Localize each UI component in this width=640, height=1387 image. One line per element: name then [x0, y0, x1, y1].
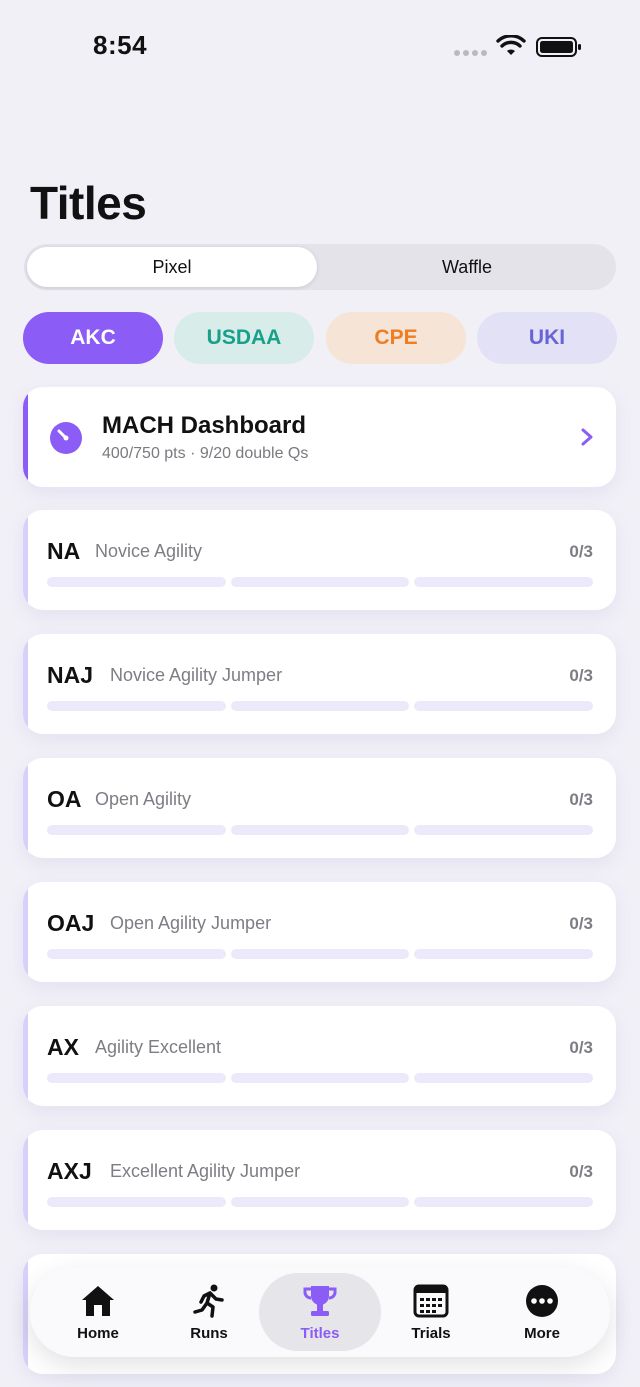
tab-label: More: [524, 1325, 560, 1342]
title-abbr: OAJ: [47, 910, 95, 936]
progress-segments: [47, 577, 594, 587]
title-name: Open Agility Jumper: [110, 913, 272, 933]
progress-segment: [414, 949, 594, 959]
title-count: 0/3: [569, 666, 593, 685]
title-count: 0/3: [569, 1162, 593, 1181]
progress-segments: [47, 1073, 594, 1083]
title-card-na[interactable]: NA Novice Agility 0/3: [23, 510, 616, 610]
battery-icon: [536, 37, 581, 57]
mach-dashboard-card[interactable]: MACH Dashboard 400/750 pts · 9/20 double…: [23, 387, 616, 487]
mach-subtitle: 400/750 pts · 9/20 double Qs: [102, 445, 309, 462]
dog-segmented-control: Pixel Waffle: [24, 244, 616, 290]
progress-segment: [47, 701, 226, 711]
chevron-right-icon: [581, 428, 593, 446]
tab-more[interactable]: More: [486, 1267, 598, 1357]
title-count: 0/3: [569, 542, 593, 561]
tab-label: Home: [77, 1325, 119, 1342]
tab-label: Trials: [411, 1325, 451, 1342]
tab-label: Runs: [190, 1325, 228, 1342]
tab-label: Titles: [300, 1325, 340, 1342]
progress-segment: [47, 577, 226, 587]
mach-title: MACH Dashboard: [102, 412, 307, 439]
progress-segment: [230, 701, 410, 711]
home-icon: [82, 1286, 114, 1316]
tab-titles[interactable]: Titles: [264, 1267, 376, 1357]
progress-segment: [47, 949, 226, 959]
progress-segments: [47, 1197, 594, 1207]
tab-trials[interactable]: Trials: [375, 1267, 487, 1357]
progress-segment: [47, 825, 226, 835]
title-card-naj[interactable]: NAJ Novice Agility Jumper 0/3: [23, 634, 616, 734]
title-card-oa[interactable]: OA Open Agility 0/3: [23, 758, 616, 858]
progress-segments: [47, 701, 594, 711]
title-count: 0/3: [569, 914, 593, 933]
title-name: Novice Agility: [95, 541, 203, 561]
segment-pixel[interactable]: Pixel: [27, 247, 317, 287]
gauge-icon: [50, 422, 82, 454]
wifi-icon: [496, 35, 526, 55]
org-chip-akc[interactable]: AKC: [23, 312, 163, 364]
title-abbr: OA: [47, 786, 82, 812]
title-name: Excellent Agility Jumper: [110, 1161, 301, 1181]
title-abbr: AXJ: [47, 1158, 92, 1184]
status-bar: 8:54: [0, 0, 640, 95]
segment-waffle[interactable]: Waffle: [322, 247, 612, 287]
title-count: 0/3: [569, 790, 593, 809]
title-name: Novice Agility Jumper: [110, 665, 283, 685]
progress-segment: [230, 1073, 410, 1083]
title-abbr: NAJ: [47, 662, 94, 688]
progress-segment: [230, 577, 410, 587]
org-chip-uki[interactable]: UKI: [477, 312, 617, 364]
title-abbr: NA: [47, 538, 81, 564]
org-chip-usdaa[interactable]: USDAA: [174, 312, 314, 364]
title-card-oaj[interactable]: OAJ Open Agility Jumper 0/3: [23, 882, 616, 982]
progress-segment: [230, 825, 410, 835]
progress-segment: [414, 577, 594, 587]
org-chip-cpe[interactable]: CPE: [326, 312, 466, 364]
status-time: 8:54: [93, 30, 148, 60]
progress-segment: [47, 1073, 226, 1083]
progress-segment: [47, 1197, 226, 1207]
progress-segment: [414, 1197, 594, 1207]
title-name: Agility Excellent: [95, 1037, 222, 1057]
progress-segment: [230, 1197, 410, 1207]
title-card-axj[interactable]: AXJ Excellent Agility Jumper 0/3: [23, 1130, 616, 1230]
progress-segment: [414, 701, 594, 711]
runner-icon: [193, 1284, 224, 1318]
title-count: 0/3: [569, 1038, 593, 1057]
tab-bar: Home Runs Titles Trials More: [30, 1267, 610, 1357]
progress-segments: [47, 825, 594, 835]
progress-segments: [47, 949, 594, 959]
progress-segment: [414, 1073, 594, 1083]
title-name: Open Agility: [95, 789, 192, 809]
title-abbr: AX: [47, 1034, 79, 1060]
page-title: Titles: [30, 177, 147, 229]
calendar-icon: [413, 1284, 449, 1318]
progress-segment: [230, 949, 410, 959]
tab-home[interactable]: Home: [42, 1267, 154, 1357]
more-icon: [526, 1285, 558, 1317]
cellular-signal-icon: [454, 50, 488, 56]
trophy-icon: [303, 1286, 337, 1316]
tab-runs[interactable]: Runs: [153, 1267, 265, 1357]
progress-segment: [414, 825, 594, 835]
title-card-ax[interactable]: AX Agility Excellent 0/3: [23, 1006, 616, 1106]
